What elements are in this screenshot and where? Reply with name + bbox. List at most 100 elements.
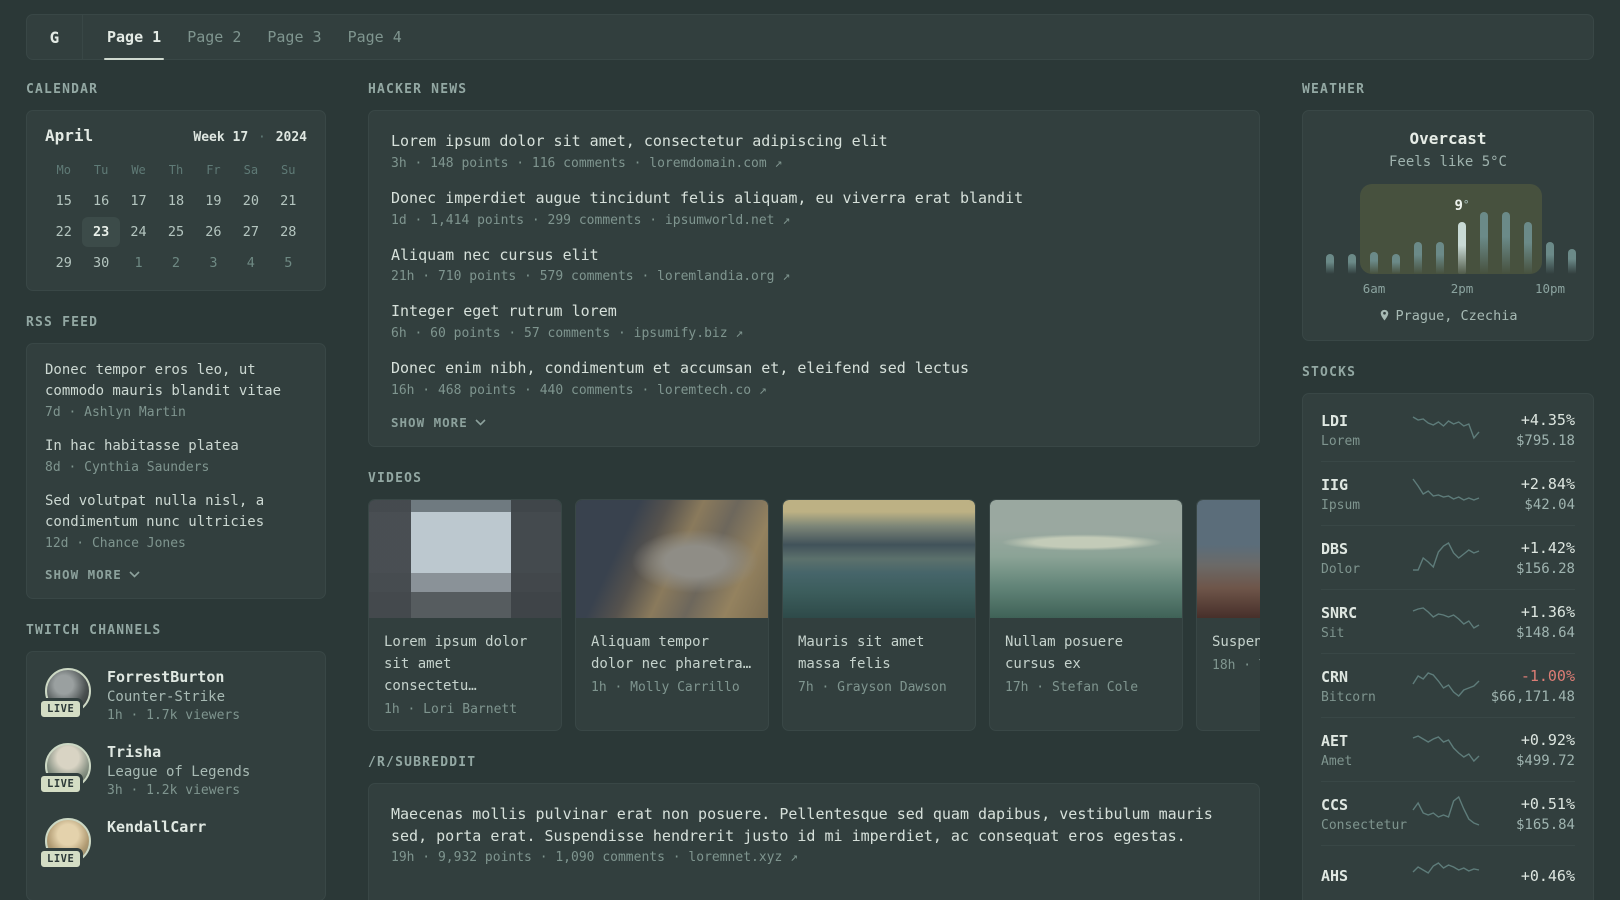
video-card[interactable]: Lorem ipsum dolor sit amet consectetu… 1… — [368, 498, 562, 731]
weather-feels-like: Feels like 5°C — [1388, 154, 1507, 170]
calendar-day: 21 — [280, 193, 297, 209]
dow-label: Mo — [56, 163, 71, 177]
twitch-channel[interactable]: LIVE Trisha League of Legends 3h · 1.2k … — [38, 743, 307, 798]
video-title[interactable]: Suspendisse diam — [1197, 618, 1260, 658]
video-title[interactable]: Mauris sit amet massa felis — [783, 618, 975, 680]
weather-section-label: WEATHER — [1302, 82, 1366, 97]
dow-label: Th — [168, 163, 184, 177]
dow-label: Tu — [93, 163, 109, 177]
dow-label: Su — [281, 163, 296, 177]
stock-symbol: CRN — [1321, 667, 1349, 686]
twitch-channel-name[interactable]: KendallCarr — [107, 818, 206, 836]
stock-symbol: AET — [1321, 731, 1349, 750]
subreddit-post: Maecenas mollis pulvinar erat non posuer… — [391, 804, 1237, 866]
external-link-icon: ↗ — [735, 326, 744, 341]
hn-item-title[interactable]: Integer eget rutrum lorem — [391, 301, 1237, 323]
top-nav: G Page 1 Page 2 Page 3 Page 4 — [26, 14, 1594, 60]
stock-change: +2.84% — [1520, 475, 1575, 493]
twitch-channel-name[interactable]: Trisha — [107, 743, 250, 761]
hn-item-title[interactable]: Aliquam nec cursus elit — [391, 245, 1237, 267]
stock-name: Sit — [1321, 625, 1345, 641]
video-thumbnail[interactable] — [1197, 499, 1260, 618]
hn-item-meta[interactable]: 3h · 148 points · 116 comments · loremdo… — [391, 156, 767, 171]
live-badge: LIVE — [38, 848, 84, 870]
video-card[interactable]: Mauris sit amet massa felis 7h · Grayson… — [782, 498, 976, 731]
video-thumbnail[interactable] — [369, 499, 561, 618]
video-card[interactable]: Aliquam tempor dolor nec pharetra… 1h · … — [575, 498, 769, 731]
calendar-day: 15 — [55, 193, 72, 209]
rss-item: Donec tempor eros leo, ut commodo mauris… — [45, 360, 307, 420]
video-thumbnail[interactable] — [990, 499, 1182, 618]
video-meta: 1h · Molly Carrillo — [591, 679, 740, 695]
subreddit-post-title[interactable]: Maecenas mollis pulvinar erat non posuer… — [391, 804, 1237, 848]
weather-condition: Overcast — [1409, 129, 1487, 148]
stock-sparkline — [1413, 542, 1480, 571]
twitch-channel-category: League of Legends — [107, 764, 251, 780]
weather-location-row: Prague, Czechia — [1319, 308, 1577, 324]
hn-item: Aliquam nec cursus elit 21h · 710 points… — [391, 245, 1237, 285]
weather-hour-bar — [1480, 212, 1488, 274]
tab-page-3[interactable]: Page 3 — [267, 15, 321, 59]
tab-page-1[interactable]: Page 1 — [103, 15, 165, 60]
video-thumbnail[interactable] — [783, 499, 975, 618]
rss-item-title[interactable]: In hac habitasse platea — [45, 436, 307, 457]
hn-item-meta[interactable]: 21h · 710 points · 579 comments · loreml… — [391, 269, 775, 284]
external-link-icon: ↗ — [790, 850, 798, 866]
stocks-widget: LDI Lorem +4.35% $795.18 IIG Ipsum +2.84… — [1302, 393, 1594, 900]
calendar-day: 30 — [93, 255, 110, 271]
calendar-grid: Mo Tu We Th Fr Sa Su 15 16 17 18 19 20 2… — [45, 157, 307, 278]
rss-item-title[interactable]: Sed volutpat nulla nisl, a condimentum n… — [45, 491, 307, 533]
stock-price: $499.72 — [1515, 753, 1575, 769]
tab-page-2[interactable]: Page 2 — [187, 15, 241, 59]
twitch-channel-meta: 1h · 1.7k viewers — [107, 708, 241, 723]
weather-hour-bar — [1326, 254, 1334, 274]
subreddit-widget: Maecenas mollis pulvinar erat non posuer… — [368, 782, 1260, 900]
hn-item-meta[interactable]: 6h · 60 points · 57 comments · ipsumify.… — [391, 326, 728, 341]
twitch-widget: LIVE ForrestBurton Counter-Strike 1h · 1… — [26, 651, 326, 900]
rss-section-label: RSS FEED — [26, 315, 99, 330]
stock-change: -1.00% — [1520, 667, 1575, 685]
video-thumbnail[interactable] — [576, 499, 768, 618]
rss-item-meta: 8d · Cynthia Saunders — [45, 460, 210, 475]
subreddit-post-meta[interactable]: 19h · 9,932 points · 1,090 comments · lo… — [391, 850, 782, 865]
stock-row: CRN Bitcorn -1.00% $66,171.48 — [1321, 653, 1575, 717]
calendar-day: 27 — [242, 224, 259, 240]
weather-hour-bar — [1458, 222, 1466, 274]
weather-location: Prague, Czechia — [1395, 308, 1518, 324]
rss-item: In hac habitasse platea 8d · Cynthia Sau… — [45, 436, 307, 475]
rss-show-more-button[interactable]: SHOW MORE — [45, 567, 307, 582]
stock-row: IIG Ipsum +2.84% $42.04 — [1321, 461, 1575, 525]
twitch-channel[interactable]: LIVE KendallCarr — [38, 818, 307, 870]
hn-item-meta[interactable]: 1d · 1,414 points · 299 comments · ipsum… — [391, 213, 775, 228]
video-card[interactable]: Nullam posuere cursus ex 17h · Stefan Co… — [989, 498, 1183, 731]
hn-item-title[interactable]: Lorem ipsum dolor sit amet, consectetur … — [391, 131, 1237, 153]
video-title[interactable]: Nullam posuere cursus ex — [990, 618, 1182, 680]
stock-sparkline — [1412, 416, 1480, 440]
twitch-channel[interactable]: LIVE ForrestBurton Counter-Strike 1h · 1… — [38, 668, 307, 723]
twitch-channel-name[interactable]: ForrestBurton — [107, 668, 240, 686]
stock-sparkline — [1412, 795, 1480, 826]
video-card[interactable]: Suspendisse diam 18h · Tara — [1196, 498, 1260, 731]
app-logo[interactable]: G — [27, 15, 83, 59]
hn-item-title[interactable]: Donec enim nibh, condimentum et accumsan… — [391, 358, 1237, 380]
page-tabs: Page 1 Page 2 Page 3 Page 4 — [103, 15, 402, 60]
stock-price: $156.28 — [1515, 561, 1575, 577]
hn-item-meta[interactable]: 16h · 468 points · 440 comments · loremt… — [391, 383, 751, 398]
video-title[interactable]: Aliquam tempor dolor nec pharetra… — [576, 618, 768, 680]
rss-item-meta: 7d · Ashlyn Martin — [45, 405, 186, 420]
hn-item-title[interactable]: Donec imperdiet augue tincidunt felis al… — [391, 188, 1237, 210]
hn-show-more-button[interactable]: SHOW MORE — [391, 415, 1237, 430]
video-meta: 1h · Lori Barnett — [384, 702, 518, 718]
stock-change: +0.51% — [1520, 795, 1575, 813]
right-column: WEATHER Overcast Feels like 5°C 9° 6am 2pm… — [1302, 60, 1594, 900]
video-title[interactable]: Lorem ipsum dolor sit amet consectetu… — [369, 618, 561, 702]
stock-row: AET Amet +0.92% $499.72 — [1321, 717, 1575, 781]
stock-symbol: DBS — [1321, 539, 1349, 558]
middle-column: HACKER NEWS Lorem ipsum dolor sit amet, … — [368, 60, 1260, 900]
tab-page-4[interactable]: Page 4 — [348, 15, 402, 59]
weather-hour-bar — [1546, 242, 1554, 274]
stock-change: +4.35% — [1520, 411, 1575, 429]
chevron-down-icon — [475, 419, 486, 426]
calendar-day: 17 — [130, 193, 147, 209]
rss-item-title[interactable]: Donec tempor eros leo, ut commodo mauris… — [45, 360, 307, 402]
